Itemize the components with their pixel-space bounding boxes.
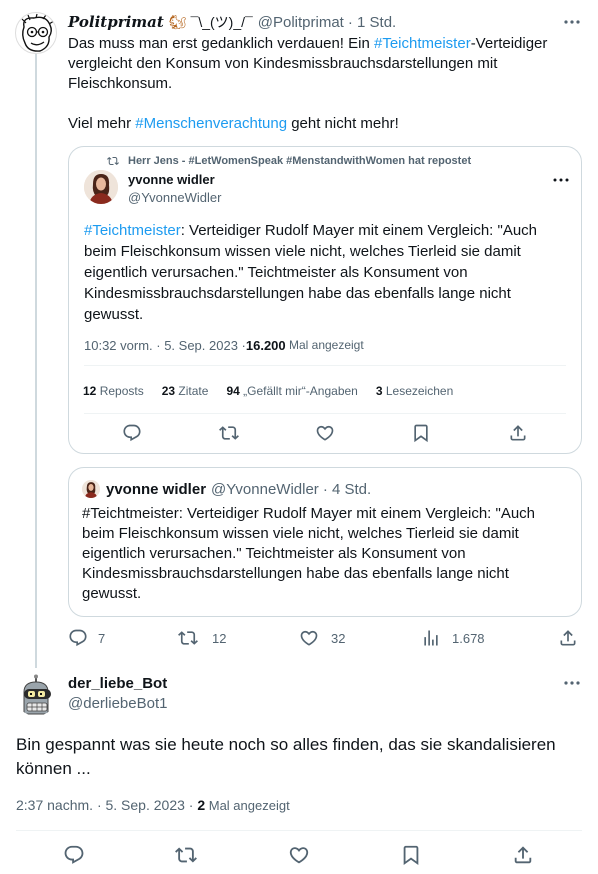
quoted-post-handle[interactable]: @YvonneWidler [211, 481, 319, 498]
embedded-post-views-label: Mal angezeigt [285, 338, 364, 352]
reply-divider [16, 830, 582, 831]
embedded-post-stats: 12 Reposts 23 Zitate 94 „Gefällt mir“-An… [83, 383, 453, 399]
reply-views-count: 2 [197, 797, 206, 813]
main-repost-action[interactable]: 12 [178, 628, 226, 648]
embedded-share-icon[interactable] [508, 423, 528, 443]
hashtag-teichtmeister-link[interactable]: #Teichtmeister [374, 35, 471, 52]
reply-meta: 2:37 nachm. · 5. Sep. 2023 · 2 Mal angez… [16, 796, 290, 814]
main-like-action[interactable]: 32 [299, 628, 345, 648]
repost-note-text[interactable]: Herr Jens - #LetWomenSpeak #Menstandwith… [128, 155, 471, 167]
shrug-emoticon: ¯\_(ツ)_/¯ [190, 14, 253, 30]
quoted-post-time[interactable]: · 4 Std. [323, 481, 371, 498]
quoted-author-avatar[interactable] [82, 480, 100, 498]
main-post-handle[interactable]: @Politprimat [258, 14, 344, 31]
stat-quotes[interactable]: 23 Zitate [162, 384, 209, 398]
reply-author-handle[interactable]: @derliebeBot1 [68, 695, 167, 712]
repost-icon [178, 631, 198, 645]
main-post-text-1: Das muss man erst gedanklich verdauen! E… [68, 35, 374, 52]
thread-line [35, 54, 37, 668]
reply-repost-icon[interactable] [175, 844, 197, 866]
main-post-author-name[interactable]: Politprimat [68, 13, 164, 31]
repost-note: Herr Jens - #LetWomenSpeak #Menstandwith… [106, 153, 471, 169]
quoted-post-author-name[interactable]: yvonne widler [106, 481, 206, 498]
stat-likes[interactable]: 94 „Gefällt mir“-Angaben [226, 384, 357, 398]
main-repost-count: 12 [212, 630, 227, 646]
reply-like-icon[interactable] [288, 844, 310, 866]
reply-share-icon[interactable] [512, 844, 534, 866]
embedded-post-author-name[interactable]: yvonne widler [128, 172, 215, 187]
reply-text: Bin gespannt was sie heute noch so alles… [16, 735, 556, 778]
embedded-repost-icon[interactable] [219, 423, 239, 443]
main-post-text-4: geht nicht mehr! [287, 115, 399, 132]
embedded-like-icon[interactable] [315, 423, 335, 443]
stat-reposts[interactable]: 12 Reposts [83, 384, 144, 398]
reply-author-name[interactable]: der_liebe_Bot [68, 675, 167, 692]
embedded-post-timestamp[interactable]: 10:32 vorm. · 5. Sep. 2023 · [84, 338, 246, 353]
embedded-post-more-icon[interactable] [551, 172, 571, 188]
reply-bookmark-icon[interactable] [400, 844, 422, 866]
views-icon [424, 630, 438, 646]
politprimat-avatar[interactable] [15, 12, 57, 54]
embedded-post-text: #Teichtmeister: Verteidiger Rudolf Mayer… [84, 220, 544, 325]
embedded-bookmark-icon[interactable] [411, 423, 431, 443]
main-post-text-second: Viel mehr #Menschenverachtung geht nicht… [68, 114, 578, 134]
hashtag-menschenverachtung-link[interactable]: #Menschenverachtung [135, 115, 287, 132]
main-post-more-icon[interactable] [562, 14, 582, 30]
embedded-post-meta: 10:32 vorm. · 5. Sep. 2023 · 16.200 Mal … [84, 337, 364, 353]
reply-views-label: Mal angezeigt [205, 797, 290, 813]
embedded-post-views-count: 16.200 [245, 337, 286, 353]
main-reply-count: 7 [98, 630, 106, 646]
main-post-text: Das muss man erst gedanklich verdauen! E… [68, 34, 578, 94]
like-icon [300, 630, 318, 646]
main-like-count: 32 [331, 630, 346, 646]
main-views-count: 1.678 [452, 630, 485, 646]
embedded-post-handle[interactable]: @YvonneWidler [128, 190, 221, 205]
main-views-action[interactable]: 1.678 [421, 628, 485, 648]
main-share-icon[interactable] [558, 628, 578, 648]
main-reply-action[interactable]: 7 [68, 628, 105, 648]
repost-small-icon [106, 155, 120, 167]
reply-timestamp[interactable]: 2:37 nachm. · 5. Sep. 2023 · [16, 797, 197, 813]
main-post-header: Politprimat 🐿 ¯\_(ツ)_/¯ @Politprimat · 1… [68, 12, 396, 32]
quoted-post-text: #Teichtmeister: Verteidiger Rudolf Mayer… [82, 505, 536, 602]
squirrel-emoji-icon: 🐿 [168, 13, 187, 30]
bender-bot-avatar[interactable] [15, 674, 57, 716]
yvonne-widler-avatar[interactable] [84, 170, 118, 204]
main-post-text-3: Viel mehr [68, 115, 136, 132]
embedded-stats-divider-top [84, 365, 566, 366]
quoted-post-header: yvonne widler @YvonneWidler · 4 Std. [106, 480, 371, 499]
embedded-hashtag-link[interactable]: #Teichtmeister [84, 222, 181, 239]
reply-reply-icon[interactable] [63, 844, 85, 866]
stat-bookmarks[interactable]: 3 Lesezeichen [376, 384, 453, 398]
main-post-time[interactable]: · 1 Std. [348, 14, 396, 31]
reply-icon [69, 629, 87, 647]
reply-more-icon[interactable] [562, 675, 582, 691]
embedded-stats-divider-bottom [84, 413, 566, 414]
embedded-reply-icon[interactable] [122, 423, 142, 443]
